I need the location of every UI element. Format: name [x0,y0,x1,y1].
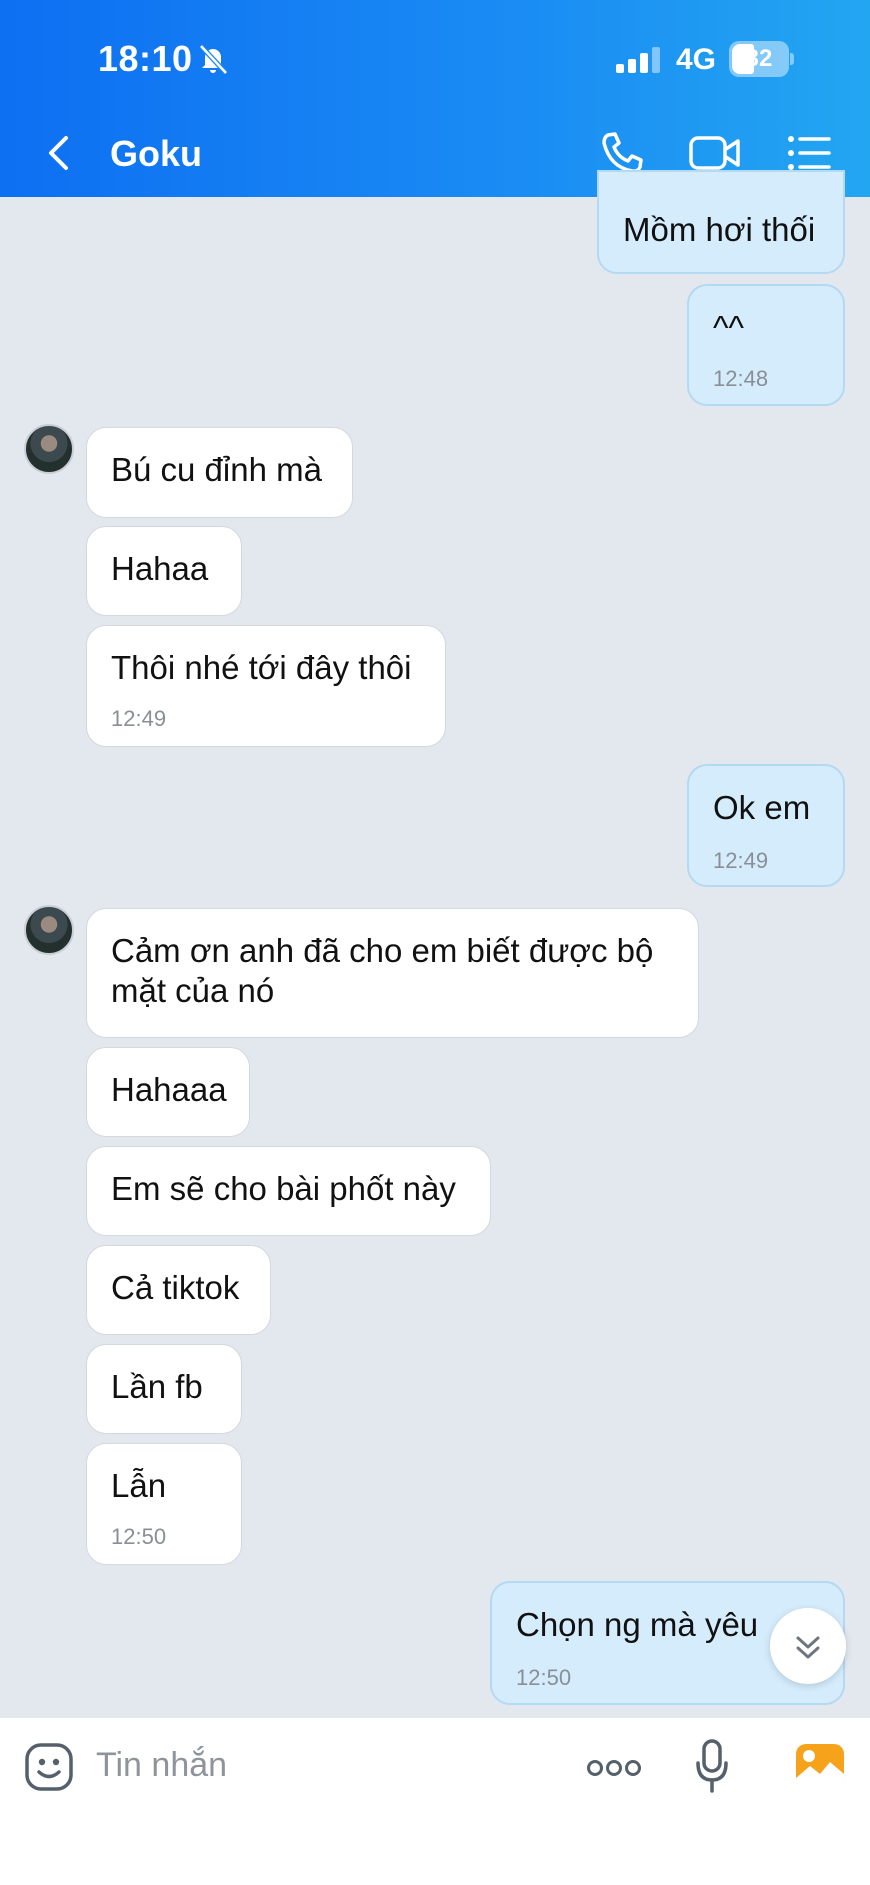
message-incoming[interactable]: Lẫn 12:50 [86,1443,242,1565]
microphone-icon[interactable] [694,1738,730,1794]
message-incoming[interactable]: Hahaaa [86,1047,250,1137]
message-incoming[interactable]: Cảm ơn anh đã cho em biết được bộ mặt củ… [86,908,699,1038]
network-type: 4G [676,43,717,76]
message-composer: Tin nhắn [0,1718,870,1885]
avatar[interactable] [24,424,74,474]
scroll-down-button[interactable] [770,1608,846,1684]
status-time: 18:10 [98,38,193,79]
message-text: Lần fb [111,1368,203,1405]
message-text: Ok em [713,789,811,826]
signal-icon [616,47,660,73]
message-input[interactable]: Tin nhắn [96,1746,227,1785]
message-text: Cảm ơn anh đã cho em biết được bộ mặt củ… [111,932,654,1009]
contact-name[interactable]: Goku [110,133,202,175]
message-text: Lẫn [111,1467,167,1504]
avatar[interactable] [24,905,74,955]
message-outgoing[interactable]: Ok em 12:49 [687,764,845,887]
message-incoming[interactable]: Bú cu đỉnh mà [86,427,353,518]
message-time: 12:49 [111,706,167,731]
message-time: 12:48 [713,366,769,391]
sticker-emoji-icon[interactable] [24,1742,74,1792]
scroll-down-icon [796,1636,820,1659]
battery-level: 32 [745,45,773,72]
message-text: Hahaaa [111,1071,227,1108]
message-text: Cả tiktok [111,1269,240,1306]
bell-off-icon [199,44,228,75]
message-text: ^^ [713,309,744,346]
message-outgoing[interactable]: Mồm hơi thối [597,170,845,274]
chat-header: 18:10 4G 32 Goku [0,0,870,197]
message-incoming[interactable]: Hahaa [86,526,242,616]
message-incoming[interactable]: Cả tiktok [86,1245,271,1335]
battery-icon: 32 [729,41,795,77]
message-incoming[interactable]: Em sẽ cho bài phốt này [86,1146,491,1236]
message-text: Em sẽ cho bài phốt này [111,1170,456,1207]
message-text: Thôi nhé tới đây thôi [111,649,412,686]
message-text: Chọn ng mà yêu [516,1606,759,1643]
message-outgoing[interactable]: ^^ 12:48 [687,284,845,406]
message-text: Bú cu đỉnh mà [111,451,322,488]
message-time: 12:50 [111,1524,167,1549]
message-incoming[interactable]: Lần fb [86,1344,242,1434]
message-incoming[interactable]: Thôi nhé tới đây thôi 12:49 [86,625,446,747]
message-time: 12:49 [713,848,769,873]
message-text: Mồm hơi thối [623,211,816,248]
gallery-image-icon[interactable] [794,1742,846,1790]
back-chevron-icon[interactable] [40,133,80,173]
message-text: Hahaa [111,550,209,587]
more-dots-icon[interactable] [586,1754,642,1782]
message-time: 12:50 [516,1665,572,1690]
